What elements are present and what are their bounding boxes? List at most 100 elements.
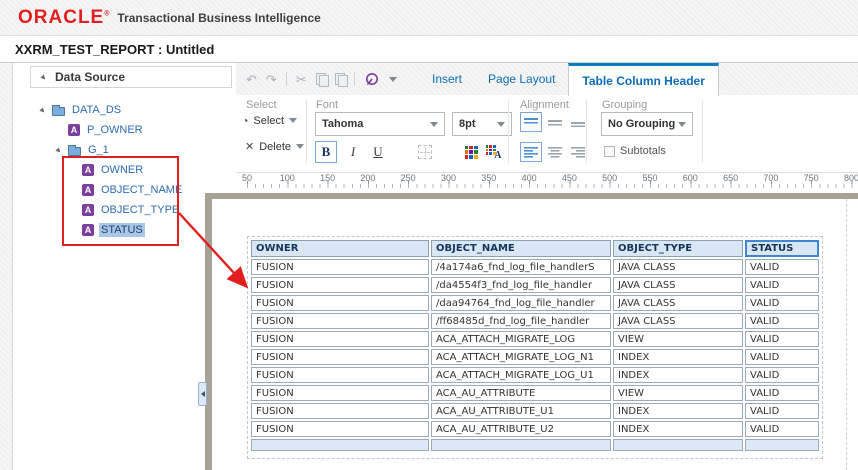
table-cell[interactable]: VALID (745, 367, 819, 383)
table-cell[interactable]: ACA_AU_ATTRIBUTE_U1 (431, 403, 611, 419)
column-header-object_name[interactable]: OBJECT_NAME (431, 240, 611, 257)
table-cell[interactable]: INDEX (613, 421, 743, 437)
subtotals-checkbox[interactable] (604, 145, 615, 157)
ruler-label: 450 (561, 173, 577, 183)
table-cell[interactable]: VALID (745, 403, 819, 419)
cut-icon[interactable]: ✂ (296, 73, 307, 86)
table-cell[interactable]: FUSION (251, 313, 429, 329)
halign-left-button[interactable] (520, 142, 542, 162)
table-cell[interactable]: ACA_ATTACH_MIGRATE_LOG_N1 (431, 349, 611, 365)
table-cell[interactable]: INDEX (613, 367, 743, 383)
footer-cell[interactable] (613, 439, 743, 451)
tree-item-owner[interactable]: A OWNER (30, 160, 198, 180)
subtotals-option[interactable]: Subtotals (604, 145, 666, 157)
dropdown-caret-icon (296, 144, 305, 149)
table-cell[interactable]: INDEX (613, 403, 743, 419)
table-cell[interactable]: VALID (745, 331, 819, 347)
table-cell[interactable]: ACA_ATTACH_MIGRATE_LOG (431, 331, 611, 347)
tree-item-label[interactable]: DATA_DS (70, 103, 123, 117)
tab-page-layout[interactable]: Page Layout (475, 63, 568, 95)
tree-item-status[interactable]: A STATUS (30, 220, 198, 240)
footer-cell[interactable] (251, 439, 429, 451)
tree-item-label[interactable]: OBJECT_NAME (99, 183, 184, 197)
tree-item-label[interactable]: OBJECT_TYPE (99, 203, 181, 217)
collapse-triangle-icon[interactable]: ▼ (37, 71, 50, 84)
table-cell[interactable]: FUSION (251, 403, 429, 419)
font-size-select[interactable]: 8pt (452, 112, 512, 136)
table-cell[interactable]: FUSION (251, 349, 429, 365)
table-cell[interactable]: JAVA CLASS (613, 277, 743, 293)
tree-item-label[interactable]: G_1 (86, 143, 111, 157)
halign-center-button[interactable] (544, 142, 566, 162)
table-cell[interactable]: FUSION (251, 367, 429, 383)
table-cell[interactable]: JAVA CLASS (613, 259, 743, 275)
table-cell[interactable]: VALID (745, 295, 819, 311)
font-family-select[interactable]: Tahoma (315, 112, 445, 136)
table-cell[interactable]: VALID (745, 349, 819, 365)
footer-cell[interactable] (431, 439, 611, 451)
borders-button[interactable] (414, 141, 436, 163)
tree-item-object_name[interactable]: A OBJECT_NAME (30, 180, 198, 200)
ruler-label: 800 (843, 173, 858, 183)
paste-icon[interactable] (334, 73, 348, 87)
valign-middle-button[interactable] (544, 112, 566, 132)
column-header-owner[interactable]: OWNER (251, 240, 429, 257)
data-source-panel-header[interactable]: ▼ Data Source (30, 66, 232, 88)
table-cell[interactable]: ACA_ATTACH_MIGRATE_LOG_U1 (431, 367, 611, 383)
report-table[interactable]: OWNER OBJECT_NAME OBJECT_TYPE STATUS FUSION /… (249, 238, 821, 453)
panel-collapse-handle[interactable] (198, 382, 207, 406)
table-row: FUSION ACA_AU_ATTRIBUTE_U1 INDEX VALID (251, 403, 819, 419)
valign-top-button[interactable] (520, 112, 542, 132)
table-cell[interactable]: FUSION (251, 295, 429, 311)
select-button[interactable]: Select (245, 114, 297, 127)
italic-button[interactable]: I (342, 141, 364, 163)
underline-button[interactable]: U (367, 141, 389, 163)
table-cell[interactable]: /ff68485d_fnd_log_file_handler (431, 313, 611, 329)
copy-icon[interactable] (315, 73, 329, 87)
tree-item-g_1[interactable]: ▼ G_1 (30, 140, 198, 160)
table-cell[interactable]: ACA_AU_ATTRIBUTE (431, 385, 611, 401)
table-cell[interactable]: JAVA CLASS (613, 295, 743, 311)
tree-item-label[interactable]: STATUS (99, 223, 145, 237)
redo-icon[interactable]: ↷ (266, 73, 277, 86)
expand-triangle-icon[interactable]: ▼ (52, 144, 65, 157)
expand-triangle-icon[interactable]: ▼ (36, 104, 49, 117)
table-cell[interactable]: VALID (745, 277, 819, 293)
tab-insert[interactable]: Insert (419, 63, 475, 95)
tree-item-data_ds[interactable]: ▼ DATA_DS (30, 100, 198, 120)
tab-table-column-header[interactable]: Table Column Header (568, 63, 719, 96)
grouping-select[interactable]: No Grouping (601, 112, 693, 136)
footer-cell[interactable] (745, 439, 819, 451)
table-cell[interactable]: VALID (745, 385, 819, 401)
tree-item-p_owner[interactable]: A P_OWNER (30, 120, 198, 140)
table-row: FUSION/4a174a6_fnd_log_file_handlerS JAVA… (251, 259, 819, 275)
delete-button[interactable]: ✕ Delete (245, 140, 305, 153)
table-cell[interactable]: VALID (745, 313, 819, 329)
table-cell[interactable]: /da4554f3_fnd_log_file_handler (431, 277, 611, 293)
table-cell[interactable]: ACA_AU_ATTRIBUTE_U2 (431, 421, 611, 437)
font-color-button[interactable]: A (482, 141, 504, 163)
table-cell[interactable]: INDEX (613, 349, 743, 365)
data-options-icon[interactable] (364, 71, 380, 87)
table-cell[interactable]: FUSION (251, 259, 429, 275)
tree-item-label[interactable]: P_OWNER (85, 123, 145, 137)
table-cell[interactable]: FUSION (251, 385, 429, 401)
table-cell[interactable]: VALID (745, 259, 819, 275)
table-cell[interactable]: FUSION (251, 277, 429, 293)
bold-button[interactable]: B (315, 141, 337, 163)
tree-item-object_type[interactable]: A OBJECT_TYPE (30, 200, 198, 220)
table-cell[interactable]: JAVA CLASS (613, 313, 743, 329)
dropdown-caret-icon[interactable] (388, 76, 397, 82)
column-header-object_type[interactable]: OBJECT_TYPE (613, 240, 743, 257)
undo-icon[interactable]: ↶ (246, 73, 257, 86)
background-color-button[interactable] (460, 141, 482, 163)
column-header-status[interactable]: STATUS (745, 240, 819, 257)
tree-item-label[interactable]: OWNER (99, 163, 145, 177)
table-cell[interactable]: VALID (745, 421, 819, 437)
table-cell[interactable]: VIEW (613, 385, 743, 401)
table-cell[interactable]: VIEW (613, 331, 743, 347)
table-cell[interactable]: FUSION (251, 421, 429, 437)
table-cell[interactable]: /4a174a6_fnd_log_file_handlerS (431, 259, 611, 275)
table-cell[interactable]: FUSION (251, 331, 429, 347)
table-cell[interactable]: /daa94764_fnd_log_file_handler (431, 295, 611, 311)
